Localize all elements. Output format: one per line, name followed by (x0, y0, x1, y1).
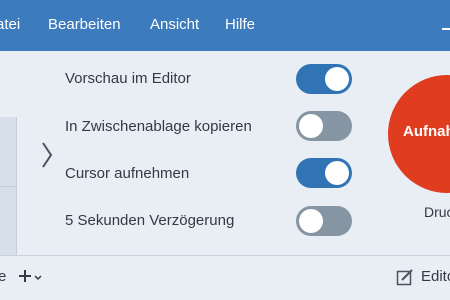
editor-button-label[interactable]: Editor (421, 268, 450, 285)
option-label-preview: Vorschau im Editor (65, 70, 191, 87)
bottom-left-label: e (0, 268, 7, 285)
toggle-knob (325, 161, 349, 185)
bottom-divider (0, 255, 450, 256)
menu-bar: atei Bearbeiten Ansicht Hilfe (0, 0, 450, 51)
left-panel-divider (0, 186, 16, 187)
toggle-delay[interactable] (296, 206, 352, 236)
option-label-delay: 5 Sekunden Verzögerung (65, 212, 235, 229)
toggle-clipboard[interactable] (296, 111, 352, 141)
toggle-knob (299, 114, 323, 138)
option-label-clipboard: In Zwischenablage kopieren (65, 118, 252, 135)
record-button[interactable]: Aufnahme (388, 75, 450, 193)
toggle-cursor[interactable] (296, 158, 352, 188)
menu-ansicht[interactable]: Ansicht (150, 16, 199, 33)
toggle-knob (325, 67, 349, 91)
minimize-icon[interactable] (442, 28, 450, 30)
menu-bearbeiten[interactable]: Bearbeiten (48, 16, 121, 33)
add-dropdown-button[interactable] (16, 264, 46, 288)
toggle-knob (299, 209, 323, 233)
menu-datei[interactable]: atei (0, 16, 20, 33)
edit-icon[interactable] (396, 268, 414, 286)
chevron-right-icon[interactable] (40, 140, 54, 170)
option-label-cursor: Cursor aufnehmen (65, 165, 190, 182)
app-window: atei Bearbeiten Ansicht Hilfe Vorschau i… (0, 0, 450, 300)
record-button-label: Aufnahme (403, 123, 450, 140)
toggle-preview[interactable] (296, 64, 352, 94)
shortcut-label: Druck (424, 204, 450, 220)
menu-hilfe[interactable]: Hilfe (225, 16, 255, 33)
